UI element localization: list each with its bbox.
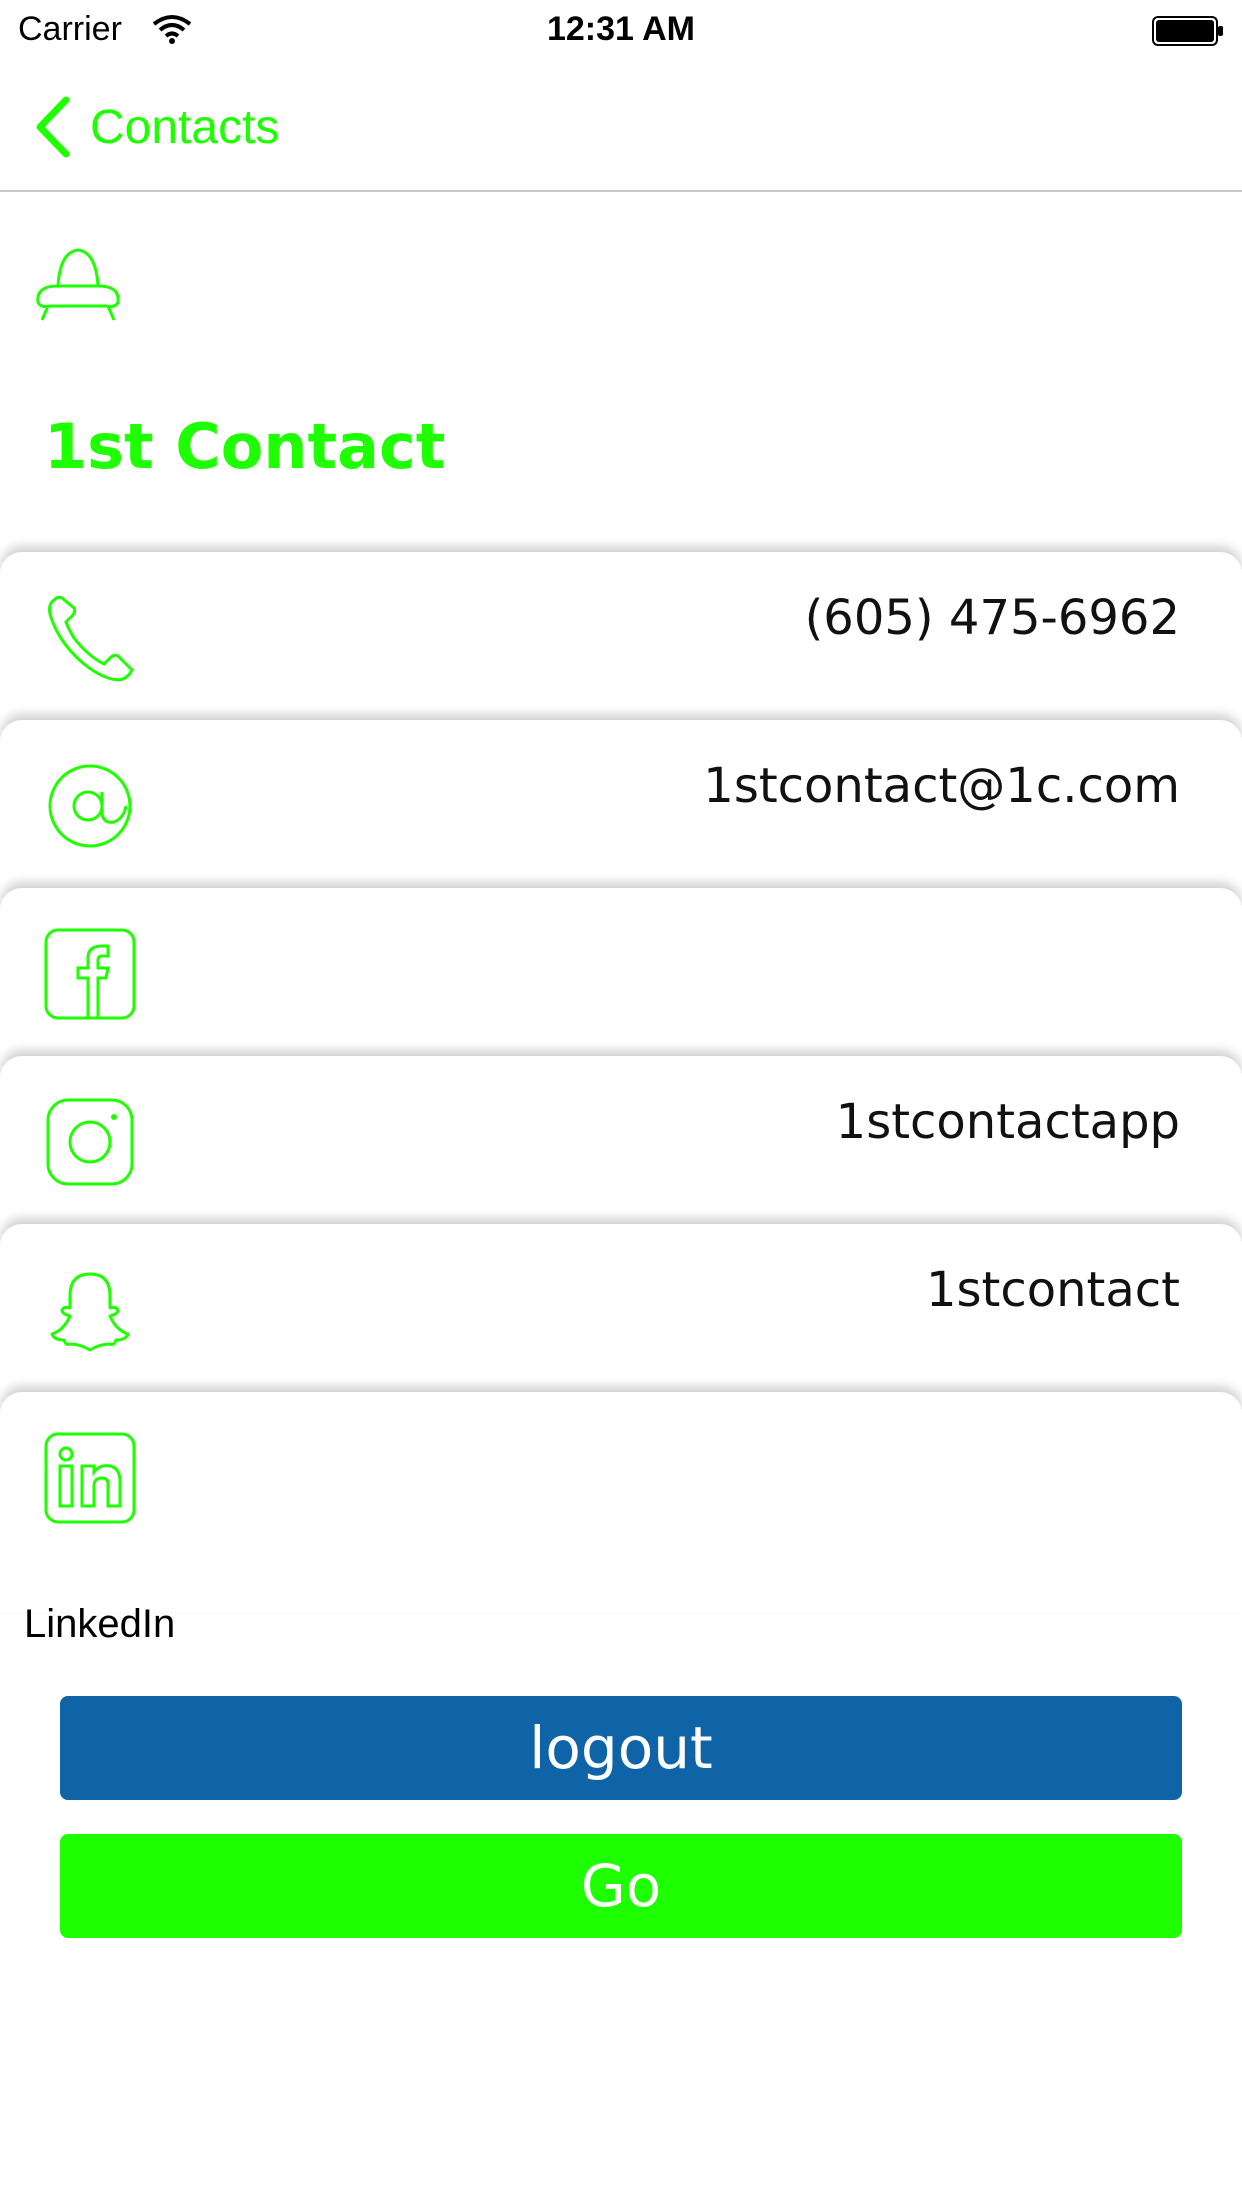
- navigation-bar: Contacts: [0, 62, 1242, 192]
- contact-header: [0, 192, 1242, 552]
- phone-icon: [48, 595, 134, 682]
- facebook-row[interactable]: [0, 888, 1242, 1078]
- battery-icon: [1152, 16, 1223, 46]
- back-button[interactable]: Contacts: [32, 92, 279, 162]
- linkedin-row[interactable]: [0, 1392, 1242, 1612]
- back-button-label: Contacts: [90, 100, 280, 154]
- phone-row[interactable]: (605) 475-6962: [0, 552, 1242, 742]
- instagram-row[interactable]: 1stcontactapp: [0, 1056, 1242, 1246]
- phone-value: (605) 475-6962: [804, 590, 1180, 646]
- logout-button[interactable]: logout: [60, 1696, 1182, 1800]
- linkedin-label: LinkedIn: [24, 1602, 176, 1646]
- email-value: 1stcontact@1c.com: [703, 758, 1180, 814]
- linkedin-icon: [44, 1432, 136, 1524]
- snapchat-row[interactable]: 1stcontact: [0, 1224, 1242, 1414]
- facebook-icon: [44, 928, 136, 1020]
- go-button[interactable]: Go: [60, 1834, 1182, 1938]
- clock: 12:31 AM: [546, 10, 696, 48]
- instagram-icon: [46, 1098, 134, 1186]
- snapchat-icon: [50, 1272, 130, 1352]
- instagram-value: 1stcontactapp: [835, 1094, 1180, 1150]
- email-row[interactable]: 1stcontact@1c.com: [0, 720, 1242, 910]
- ufo-icon: [36, 248, 120, 321]
- snapchat-value: 1stcontact: [926, 1262, 1180, 1318]
- status-bar: Carrier 12:31 AM: [0, 0, 1242, 62]
- contact-name: 1st Contact: [44, 410, 446, 483]
- chevron-left-icon: [36, 96, 70, 158]
- at-sign-icon: [48, 764, 132, 848]
